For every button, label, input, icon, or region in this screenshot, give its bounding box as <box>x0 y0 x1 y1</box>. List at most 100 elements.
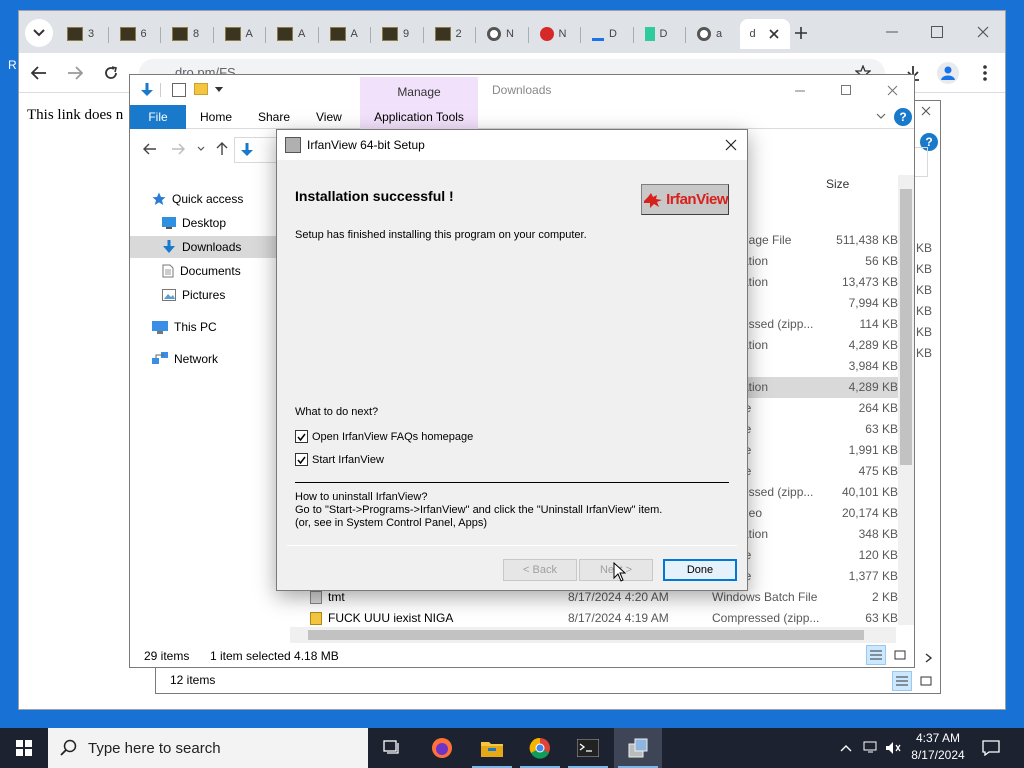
start-button[interactable] <box>0 728 48 768</box>
path-box[interactable] <box>234 137 278 163</box>
explorer-maximize-button[interactable] <box>836 81 856 99</box>
back-button[interactable] <box>29 63 49 83</box>
browser-tab[interactable]: D <box>582 19 632 49</box>
recent-locations-button[interactable] <box>196 143 206 155</box>
nav-desktop[interactable]: Desktop <box>130 212 278 234</box>
taskbar-irfanview-setup[interactable] <box>614 728 662 768</box>
tab-label: 6 <box>140 28 147 40</box>
explorer-close-button[interactable] <box>882 81 902 99</box>
file-row[interactable]: FUCK UUU iexist NIGA 8/17/2024 4:19 AM Com… <box>278 608 898 629</box>
tab-file[interactable]: File <box>130 105 186 129</box>
large-icons-view-button[interactable] <box>890 645 910 665</box>
browser-tab[interactable]: a <box>687 19 737 49</box>
tab-share[interactable]: Share <box>250 105 298 129</box>
browser-tab[interactable]: 9 <box>372 19 422 49</box>
tab-search-button[interactable] <box>25 19 53 47</box>
browser-tab[interactable]: A <box>215 19 265 49</box>
nav-forward-button[interactable] <box>170 141 186 157</box>
profile-button[interactable] <box>937 62 959 84</box>
ribbon-expand-button[interactable] <box>874 109 888 123</box>
tab-label: N <box>506 28 514 40</box>
browser-tab[interactable]: d <box>739 19 790 49</box>
taskbar-terminal[interactable] <box>564 728 612 768</box>
tab-favicon-icon <box>172 27 188 41</box>
up-button[interactable] <box>214 141 230 157</box>
reload-button[interactable] <box>101 63 121 83</box>
task-view-button[interactable] <box>368 728 416 768</box>
irfanview-logo: IrfanView <box>641 184 729 215</box>
minimize-button[interactable] <box>879 21 905 43</box>
nav-this-pc[interactable]: This PC <box>130 316 278 338</box>
hscroll-thumb[interactable] <box>308 630 864 640</box>
tab-home[interactable]: Home <box>192 105 240 129</box>
tab-view[interactable]: View <box>308 105 350 129</box>
divider <box>295 482 729 483</box>
scrollbar-thumb[interactable] <box>900 189 912 465</box>
download-arrow-icon <box>163 240 175 253</box>
vertical-scrollbar[interactable] <box>898 175 914 625</box>
status-selection: 1 item selected 4.18 MB <box>210 649 339 663</box>
browser-tab[interactable]: A <box>320 19 370 49</box>
chevron-right-icon <box>925 653 933 663</box>
network-status-button[interactable] <box>862 740 880 756</box>
manage-contextual-tab[interactable]: Manage <box>360 77 478 105</box>
faq-checkbox[interactable] <box>295 430 308 443</box>
browser-tab[interactable]: D <box>635 19 685 49</box>
tray-overflow-button[interactable] <box>838 740 854 756</box>
file-size: 4,289 KB <box>848 380 898 394</box>
taskbar-firefox[interactable] <box>418 728 466 768</box>
volume-button[interactable] <box>884 740 902 756</box>
done-button[interactable]: Done <box>663 559 737 581</box>
start-option[interactable]: Start IrfanView <box>295 453 384 466</box>
browser-tab[interactable]: N <box>530 19 580 49</box>
browser-tab[interactable]: A <box>267 19 317 49</box>
nav-downloads[interactable]: Downloads <box>130 236 278 258</box>
maximize-button[interactable] <box>924 21 950 43</box>
new-folder-icon[interactable] <box>194 83 208 95</box>
taskbar-search-box[interactable]: Type here to search <box>48 728 368 768</box>
nav-back-button[interactable] <box>142 141 158 157</box>
tab-application-tools[interactable]: Application Tools <box>360 105 478 129</box>
dialog-close-button[interactable] <box>721 136 741 154</box>
horizontal-scrollbar[interactable] <box>290 627 896 643</box>
tab-favicon-icon <box>644 27 655 41</box>
notification-center-button[interactable] <box>978 738 1004 758</box>
explorer-minimize-button[interactable] <box>790 83 810 99</box>
large-icons-view-button[interactable] <box>916 671 936 691</box>
column-header-size[interactable]: Size <box>826 177 849 191</box>
tab-close-icon[interactable] <box>769 29 779 39</box>
uninstall-info: How to uninstall IrfanView? Go to "Start… <box>295 491 662 530</box>
browser-tab[interactable]: 3 <box>57 19 107 49</box>
checkmark-icon <box>297 433 306 441</box>
back-button[interactable]: < Back <box>503 559 577 581</box>
browser-tab[interactable]: 2 <box>425 19 475 49</box>
new-tab-button[interactable] <box>791 23 811 43</box>
properties-checkbox-icon[interactable] <box>172 83 186 97</box>
nav-quick-access[interactable]: Quick access <box>130 188 278 210</box>
back-window-close-button[interactable] <box>916 101 936 121</box>
nav-pictures[interactable]: Pictures <box>130 284 278 306</box>
details-view-button[interactable] <box>892 671 912 691</box>
close-button[interactable] <box>970 21 996 43</box>
tab-label: 2 <box>455 28 462 40</box>
browser-tab[interactable]: 8 <box>162 19 212 49</box>
volume-muted-icon <box>886 742 901 754</box>
start-checkbox[interactable] <box>295 453 308 466</box>
details-view-button[interactable] <box>866 645 886 665</box>
faq-option[interactable]: Open IrfanView FAQs homepage <box>295 430 473 443</box>
qat-dropdown-icon[interactable] <box>214 85 224 95</box>
scroll-right-button[interactable] <box>922 651 936 665</box>
clock[interactable]: 4:37 AM 8/17/2024 <box>906 730 970 764</box>
browser-tab[interactable]: N <box>477 19 527 49</box>
browser-tab[interactable]: 6 <box>110 19 160 49</box>
nav-network[interactable]: Network <box>130 348 278 370</box>
mouse-cursor <box>613 562 626 582</box>
taskbar-file-explorer[interactable] <box>468 728 516 768</box>
nav-documents[interactable]: Documents <box>130 260 278 282</box>
taskbar-chrome[interactable] <box>516 728 564 768</box>
nav-label-quick-access: Quick access <box>172 192 244 206</box>
help-icon[interactable]: ? <box>894 108 912 126</box>
tab-favicon-icon <box>224 27 241 41</box>
forward-button[interactable] <box>65 63 85 83</box>
chrome-menu-button[interactable] <box>975 63 995 83</box>
